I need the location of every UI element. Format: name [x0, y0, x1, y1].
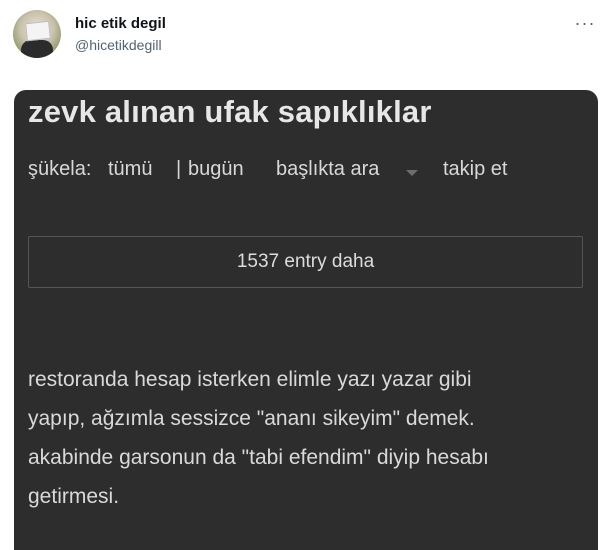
tweet-header: hic etik degil @hicetikdegill ··· [0, 0, 600, 80]
more-options-icon[interactable]: ··· [573, 14, 597, 34]
chevron-down-icon [406, 170, 418, 176]
topic-title: zevk alınan ufak sapıklıklar [28, 94, 432, 129]
follow-link[interactable]: takip et [443, 158, 507, 181]
sukela-label: şükela: [28, 158, 92, 180]
entry-line: akabinde garsonun da "tabi efendim" diyi… [28, 446, 489, 469]
sukela-all-link[interactable]: tümü [108, 158, 152, 181]
entry-line: yapıp, ağzımla sessizce "ananı sikeyim" … [28, 407, 475, 430]
avatar-sign [25, 20, 51, 42]
avatar[interactable] [13, 10, 61, 58]
entry-line: getirmesi. [28, 485, 120, 508]
sukela-today-link[interactable]: bugün [188, 158, 244, 181]
display-name[interactable]: hic etik degil [75, 15, 166, 32]
search-in-topic-dropdown[interactable]: başlıkta ara [276, 158, 379, 181]
entry-line: restoranda hesap isterken elimle yazı ya… [28, 368, 472, 391]
entry-text: restoranda hesap isterken elimle yazı ya… [28, 360, 588, 516]
avatar-body [21, 40, 53, 58]
topic-nav: şükela: tümü | bugün başlıkta ara takip … [28, 158, 588, 188]
user-handle[interactable]: @hicetikdegill [75, 37, 162, 53]
more-entries-button[interactable]: 1537 entry daha [28, 236, 583, 288]
nav-separator: | [176, 158, 182, 180]
attached-screenshot: zevk alınan ufak sapıklıklar şükela: tüm… [14, 90, 598, 550]
